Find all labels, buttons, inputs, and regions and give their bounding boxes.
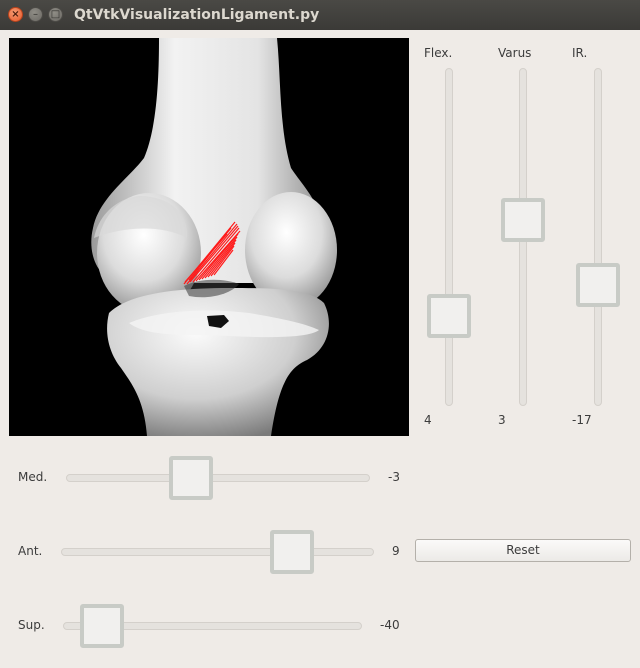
title-bar[interactable]: × – □ QtVtkVisualizationLigament.py [0, 0, 640, 30]
varus-label: Varus [498, 46, 532, 60]
minimize-window-button[interactable]: – [28, 7, 43, 22]
flex-slider-handle[interactable] [427, 294, 471, 338]
ir-label: IR. [572, 46, 588, 60]
close-icon: × [11, 8, 20, 20]
varus-value: 3 [498, 413, 506, 427]
med-value: -3 [388, 470, 400, 484]
reset-button[interactable]: Reset [415, 539, 631, 562]
ir-slider-track[interactable] [594, 68, 602, 406]
med-slider-track[interactable] [66, 474, 370, 482]
sup-value: -40 [380, 618, 400, 632]
ir-value: -17 [572, 413, 592, 427]
ir-slider-handle[interactable] [576, 263, 620, 307]
vtk-render-view[interactable] [9, 38, 409, 436]
flex-label: Flex. [424, 46, 453, 60]
maximize-window-button[interactable]: □ [48, 7, 63, 22]
maximize-icon: □ [50, 8, 61, 20]
ant-value: 9 [392, 544, 400, 558]
knee-joint-render [91, 38, 337, 436]
sup-label: Sup. [18, 618, 45, 632]
window-title: QtVtkVisualizationLigament.py [74, 7, 320, 23]
med-label: Med. [18, 470, 48, 484]
minimize-icon: – [33, 8, 38, 20]
flex-slider-track[interactable] [445, 68, 453, 406]
med-slider-handle[interactable] [169, 456, 213, 500]
sup-slider-handle[interactable] [80, 604, 124, 648]
varus-slider-handle[interactable] [501, 198, 545, 242]
ant-slider-handle[interactable] [270, 530, 314, 574]
flex-value: 4 [424, 413, 432, 427]
ant-label: Ant. [18, 544, 43, 558]
close-window-button[interactable]: × [8, 7, 23, 22]
ant-slider-track[interactable] [61, 548, 374, 556]
